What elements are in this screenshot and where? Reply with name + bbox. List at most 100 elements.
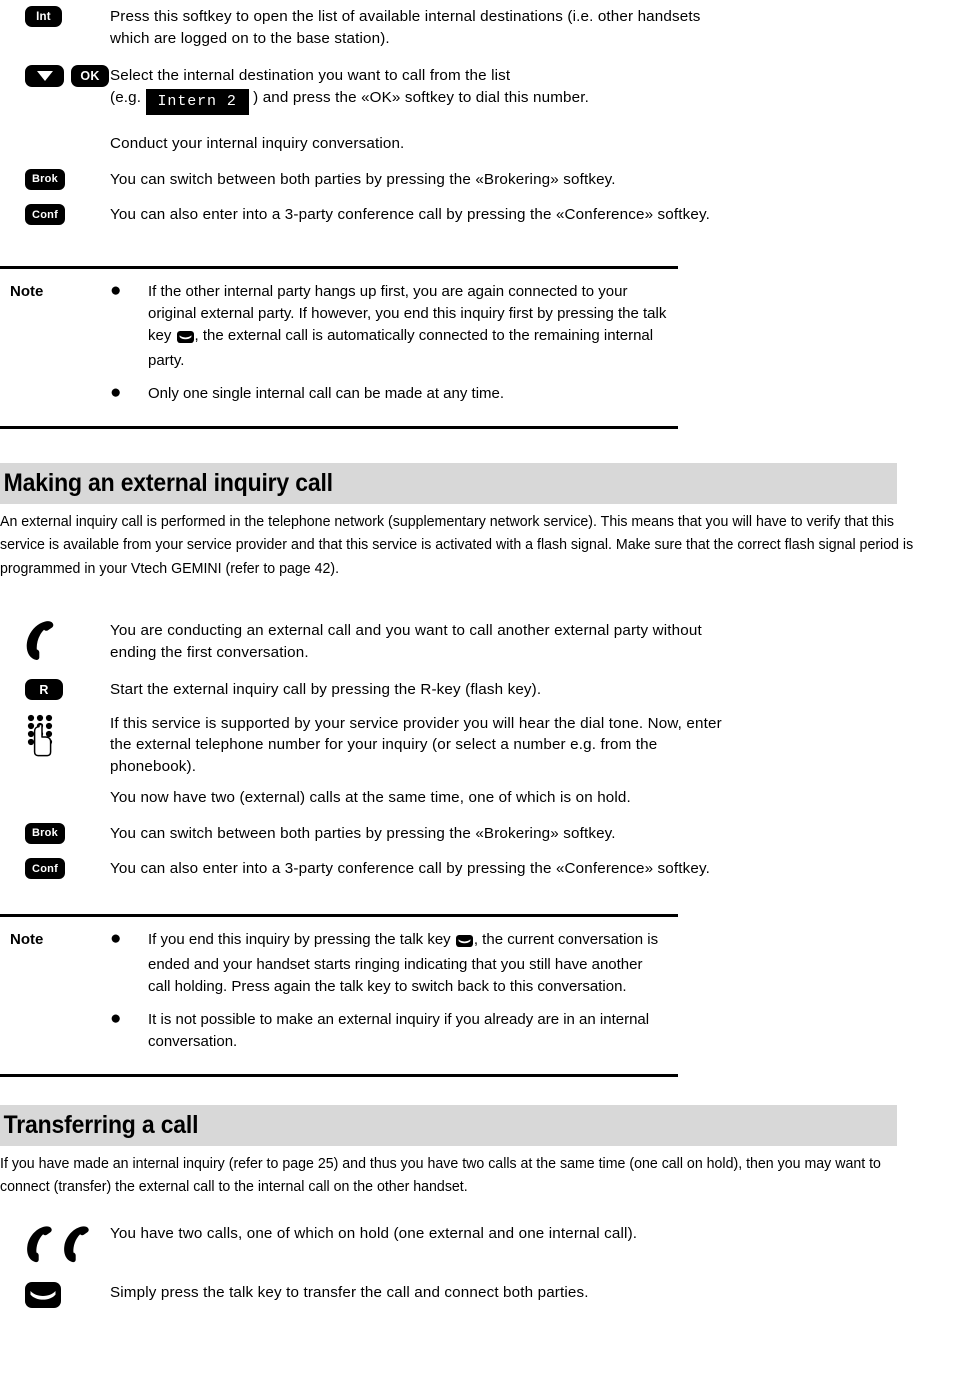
instruction-row-select: OK Select the internal destination you w…	[0, 65, 975, 115]
bullet-icon: ●	[110, 279, 122, 301]
instruction-text-int: Press this softkey to open the list of a…	[110, 8, 701, 47]
instruction-text-brok-ext: You can switch between both parties by p…	[110, 824, 616, 842]
note-body: Note ● If the other internal party hangs…	[0, 279, 678, 416]
instruction-row-handset: You are conducting an external call and …	[0, 620, 975, 665]
note-label: Note	[10, 282, 44, 300]
icon-cell-brok-ext: Brok	[0, 822, 110, 844]
softkey-int[interactable]: Int	[25, 6, 62, 27]
note-item-text: Only one single internal call can be mad…	[148, 384, 505, 402]
instruction-text-brok: You can switch between both parties by p…	[110, 170, 616, 188]
select-text-prefix: (e.g.	[110, 88, 142, 106]
instruction-text-conf-ext: You can also enter into a 3-party confer…	[110, 860, 710, 877]
note-text-after: , the external call is automatically con…	[148, 326, 654, 369]
lcd-display-intern2: Intern 2	[145, 88, 249, 115]
note-item-text: If the other internal party hangs up fir…	[148, 281, 668, 372]
note-items: ● If you end this inquiry by pressing th…	[110, 927, 678, 1064]
talk-key-icon	[176, 328, 194, 350]
softkey-conf[interactable]: Conf	[25, 858, 65, 879]
instruction-row-talkkey: Simply press the talk key to transfer th…	[0, 1281, 975, 1313]
instruction-row-conf: Conf You can also enter into a 3-party c…	[0, 204, 975, 226]
handset-icon	[25, 620, 57, 665]
icon-cell-rkey: R	[0, 679, 110, 700]
section-heading-transfer: Transferring a call	[0, 1104, 897, 1146]
note-items: ● If the other internal party hangs up f…	[110, 279, 678, 416]
note-body: Note ● If you end this inquiry by pressi…	[0, 927, 678, 1064]
icon-cell-talkkey	[0, 1281, 110, 1313]
icon-cell-two-handsets	[0, 1223, 110, 1270]
icon-cell-keypad	[0, 713, 110, 762]
instruction-text-two-handsets: You have two calls, one of which on hold…	[110, 1224, 638, 1242]
icon-cell-brok: Brok	[0, 168, 110, 190]
instruction-text-handset: You are conducting an external call and …	[110, 622, 702, 661]
icon-cell-conf-ext: Conf	[0, 858, 110, 879]
instruction-row-keypad: If this service is supported by your ser…	[0, 713, 975, 778]
instruction-row-rkey: R Start the external inquiry call by pre…	[0, 679, 975, 701]
note-item-text: It is not possible to make an external i…	[148, 1010, 650, 1050]
softkey-brok[interactable]: Brok	[25, 168, 65, 190]
instruction-row-conduct: Conduct your internal inquiry conversati…	[0, 133, 975, 155]
bullet-icon: ●	[110, 1007, 122, 1029]
section-intro-transfer: If you have made an internal inquiry (re…	[0, 1154, 881, 1196]
note-box-internal: Note ● If the other internal party hangs…	[0, 265, 678, 429]
instruction-text-select: Select the internal destination you want…	[110, 65, 975, 115]
instruction-text-conduct: Conduct your internal inquiry conversati…	[110, 135, 405, 152]
softkey-brok[interactable]: Brok	[25, 822, 65, 844]
icon-cell-handset	[0, 620, 110, 665]
softkey-ok[interactable]: OK	[71, 65, 109, 87]
icon-cell-conf: Conf	[0, 204, 110, 225]
note-item: ● If you end this inquiry by pressing th…	[110, 927, 668, 998]
section-heading-external: Making an external inquiry call	[0, 462, 897, 504]
double-handset-icon	[25, 1223, 97, 1270]
softkey-conf[interactable]: Conf	[25, 204, 65, 225]
talk-key-icon	[455, 932, 473, 954]
instruction-text-talkkey: Simply press the talk key to transfer th…	[110, 1283, 589, 1301]
note-item: ● Only one single internal call can be m…	[110, 381, 668, 405]
instruction-row-int: Int Press this softkey to open the list …	[0, 6, 975, 49]
keypad-hand-icon	[25, 713, 59, 762]
note-label: Note	[10, 930, 44, 948]
bullet-icon: ●	[110, 381, 122, 403]
bullet-icon: ●	[110, 927, 122, 949]
note-box-external: Note ● If you end this inquiry by pressi…	[0, 913, 678, 1077]
instruction-text-rkey: Start the external inquiry call by press…	[110, 681, 542, 698]
note-item: ● It is not possible to make an external…	[110, 1007, 668, 1053]
softkey-r[interactable]: R	[25, 679, 63, 700]
instruction-text-conf: You can also enter into a 3-party confer…	[110, 206, 710, 223]
select-text-line1: Select the internal destination you want…	[110, 67, 511, 84]
note-item: ● If the other internal party hangs up f…	[110, 279, 668, 372]
instruction-row-brok: Brok You can switch between both parties…	[0, 168, 975, 191]
instruction-row-two-handsets: You have two calls, one of which on hold…	[0, 1223, 975, 1270]
chevron-down-icon	[36, 71, 53, 81]
section-intro-external: An external inquiry call is performed in…	[0, 512, 914, 577]
icon-cell-int: Int	[0, 6, 110, 27]
talk-key-icon[interactable]	[25, 1281, 61, 1313]
select-text-suffix: ) and press the «OK» softkey to dial thi…	[253, 88, 589, 106]
note-text-before: If you end this inquiry by pressing the …	[148, 930, 451, 948]
instruction-text-keypad: If this service is supported by your ser…	[110, 714, 722, 775]
note-item-text: If you end this inquiry by pressing the …	[148, 929, 668, 998]
instruction-text-twocalls: You now have two (external) calls at the…	[110, 789, 631, 806]
icon-cell-select: OK	[0, 65, 110, 87]
softkey-down-arrow[interactable]	[25, 65, 64, 87]
instruction-row-conf-ext: Conf You can also enter into a 3-party c…	[0, 858, 975, 880]
instruction-row-brok-ext: Brok You can switch between both parties…	[0, 822, 975, 845]
